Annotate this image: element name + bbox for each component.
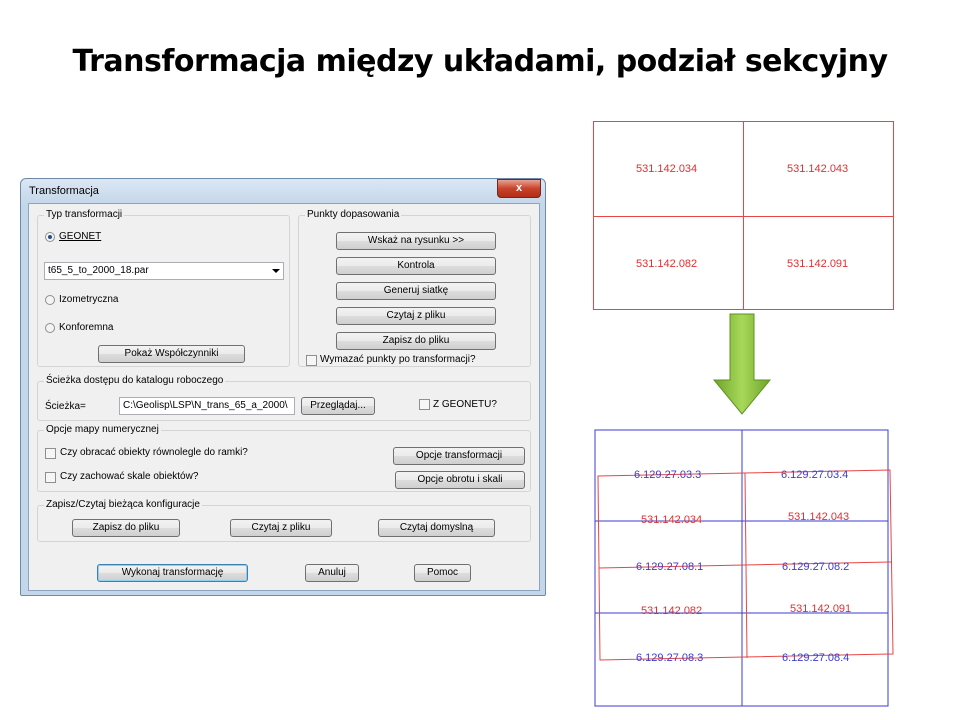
transformacja-dialog: Transformacja x Typ transformacji GEONET… (20, 178, 546, 596)
opcje-obrotu-button[interactable]: Opcje obrotu i skali (395, 471, 525, 489)
czytaj-z-pliku-button[interactable]: Czytaj z pliku (336, 307, 496, 325)
dialog-title: Transformacja (29, 185, 99, 197)
grid-before-cell-label: 531.142.082 (636, 258, 698, 270)
group-label-sciezka: Ścieżka dostępu do katalogu roboczego (44, 375, 226, 386)
przegladaj-button[interactable]: Przeglądaj... (301, 397, 375, 415)
par-file-select[interactable]: t65_5_to_2000_18.par (44, 262, 284, 280)
chevron-down-icon (272, 269, 280, 273)
group-sciezka: Ścieżka dostępu do katalogu roboczego Śc… (37, 375, 531, 421)
grid-after-blue-label: 6.129.27.08.2 (782, 561, 850, 573)
kontrola-button[interactable]: Kontrola (336, 257, 496, 275)
radio-konforemna-label: Konforemna (59, 322, 114, 333)
grid-before-cell-label: 531.142.091 (787, 258, 849, 270)
grid-after-red-label: 531.142.034 (641, 514, 703, 526)
arrow-down-icon (712, 313, 772, 415)
grid-before: 531.142.034 531.142.043 531.142.082 531.… (593, 121, 894, 310)
generuj-siatke-button[interactable]: Generuj siatkę (336, 282, 496, 300)
grid-after-blue-label: 6.129.27.08.1 (636, 561, 704, 573)
grid-before-cell-label: 531.142.034 (636, 163, 698, 175)
skale-checkbox[interactable] (45, 472, 56, 483)
dialog-titlebar[interactable]: Transformacja x (21, 179, 545, 203)
group-label-typ: Typ transformacji (44, 209, 125, 220)
radio-konforemna[interactable] (45, 323, 55, 333)
grid-after-red-label: 531.142.082 (641, 605, 703, 617)
group-opcje-mapy: Opcje mapy numerycznej Czy obracać obiek… (37, 424, 531, 492)
wymazac-label: Wymazać punkty po transformacji? (320, 354, 476, 365)
pokaz-wspolczynniki-button[interactable]: Pokaż Współczynniki (98, 345, 245, 363)
wykonaj-transformacje-button[interactable]: Wykonaj transformację (97, 564, 248, 582)
anuluj-button[interactable]: Anuluj (305, 564, 359, 582)
group-label-opcje: Opcje mapy numerycznej (44, 424, 161, 435)
pomoc-button[interactable]: Pomoc (414, 564, 471, 582)
par-file-value: t65_5_to_2000_18.par (48, 265, 149, 276)
grid-after-red-vline (744, 472, 748, 659)
grid-before-hline (594, 216, 893, 217)
zapisz-do-pliku-button[interactable]: Zapisz do pliku (336, 332, 496, 350)
grid-after-blue-label: 6.129.27.03.4 (781, 469, 849, 481)
grid-after-red-label: 531.142.043 (788, 511, 850, 523)
close-button[interactable]: x (497, 179, 541, 198)
sciezka-label: Ścieżka= (45, 401, 86, 412)
grid-after-blue-label: 6.129.27.03.3 (634, 469, 702, 481)
konfig-domyslna-button[interactable]: Czytaj domyslną (378, 519, 495, 537)
z-geonetu-checkbox[interactable] (419, 399, 430, 410)
radio-geonet-label: GEONET (59, 231, 102, 242)
dialog-client: Typ transformacji GEONET t65_5_to_2000_1… (28, 203, 540, 591)
slide-title: Transformacja między układami, podział s… (72, 44, 888, 79)
wymazac-checkbox[interactable] (306, 355, 317, 366)
group-punkty-dopasowania: Punkty dopasowania Wskaż na rysunku >> K… (298, 209, 531, 367)
grid-after-red-label: 531.142.091 (790, 603, 852, 615)
sciezka-input[interactable]: C:\Geolisp\LSP\N_trans_65_a_2000\ (119, 397, 295, 415)
grid-after-blue-label: 6.129.27.08.4 (782, 652, 850, 664)
radio-izometryczna-label: Izometryczna (59, 294, 119, 305)
group-label-konfig: Zapisz/Czytaj bieżąca konfiguracje (44, 499, 202, 510)
opcje-transformacji-button[interactable]: Opcje transformacji (393, 447, 525, 465)
group-typ-transformacji: Typ transformacji GEONET t65_5_to_2000_1… (37, 209, 290, 367)
wskaz-na-rysunku-button[interactable]: Wskaż na rysunku >> (336, 232, 496, 250)
group-konfiguracja: Zapisz/Czytaj bieżąca konfiguracje Zapis… (37, 499, 531, 542)
obracac-label: Czy obracać obiekty równolegle do ramki? (60, 447, 248, 458)
obracac-checkbox[interactable] (45, 448, 56, 459)
group-label-punkty: Punkty dopasowania (305, 209, 402, 220)
grid-after-blue-label: 6.129.27.08.3 (636, 652, 704, 664)
konfig-zapisz-button[interactable]: Zapisz do pliku (72, 519, 180, 537)
konfig-czytaj-button[interactable]: Czytaj z pliku (230, 519, 332, 537)
radio-geonet[interactable] (45, 232, 55, 242)
grid-before-cell-label: 531.142.043 (787, 163, 849, 175)
radio-izometryczna[interactable] (45, 295, 55, 305)
z-geonetu-label: Z GEONETU? (433, 399, 497, 410)
skale-label: Czy zachować skale obiektów? (60, 471, 199, 482)
